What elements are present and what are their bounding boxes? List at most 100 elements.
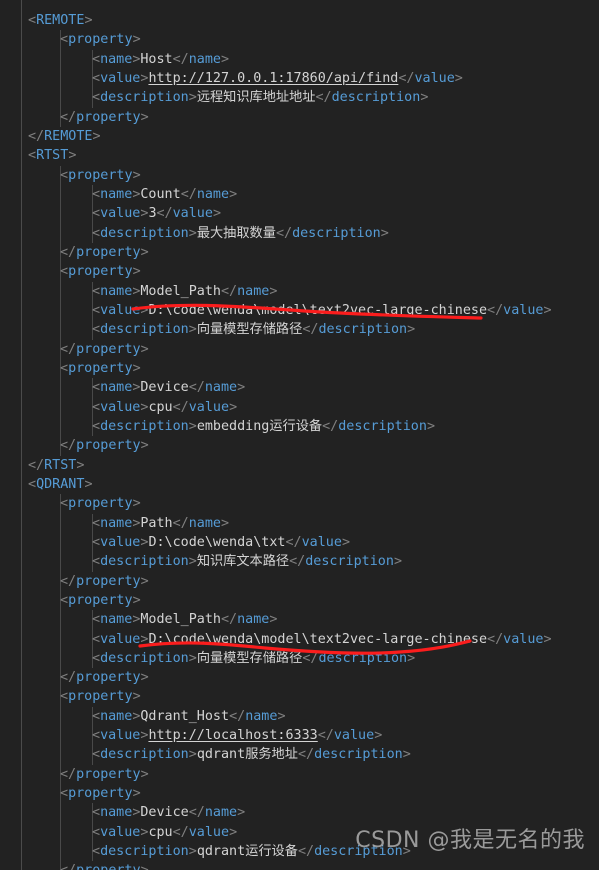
xml-tag-name: value [503, 302, 544, 318]
xml-punctuation: </ [156, 206, 173, 222]
xml-url-value[interactable]: http://127.0.0.1:17860/api/find [148, 71, 398, 86]
xml-punctuation: < [60, 689, 69, 705]
xml-url-value[interactable]: http://localhost:6333 [148, 728, 317, 743]
xml-punctuation: </ [60, 573, 77, 589]
code-line[interactable]: <property> [0, 165, 599, 185]
code-line[interactable]: <property> [0, 30, 599, 50]
xml-punctuation: > [132, 592, 141, 608]
xml-text-value: qdrant [196, 747, 246, 763]
code-line[interactable]: </property> [0, 242, 599, 263]
code-line[interactable]: <name>Count</name> [0, 184, 599, 205]
xml-text-value: qdrant [196, 844, 246, 860]
xml-punctuation: > [374, 728, 383, 744]
xml-tag-name: name [100, 708, 133, 724]
xml-tag-name: property [68, 786, 133, 802]
xml-tag-name: property [76, 244, 141, 260]
code-line[interactable]: </property> [0, 107, 599, 127]
code-line[interactable]: <QDRANT> [0, 475, 599, 494]
xml-punctuation: < [92, 554, 101, 570]
xml-punctuation: > [237, 380, 246, 396]
code-line[interactable]: <value>cpu</value> [0, 397, 599, 417]
code-line[interactable]: </property> [0, 436, 599, 456]
code-line[interactable]: <name>Model_Path</name> [0, 610, 599, 630]
code-line[interactable]: <REMOTE> [0, 11, 599, 30]
xml-punctuation: < [92, 186, 101, 202]
xml-punctuation: < [92, 283, 101, 299]
xml-punctuation: </ [221, 612, 238, 628]
code-line-text: </property> [0, 436, 149, 455]
code-line[interactable]: <name>Device</name> [0, 803, 599, 823]
xml-tag-name: value [188, 824, 230, 840]
code-line[interactable]: <property> [0, 358, 599, 379]
xml-punctuation: > [140, 341, 149, 357]
code-line[interactable]: <description>知识库文本路径</description> [0, 552, 599, 572]
code-line[interactable]: </RTST> [0, 456, 599, 475]
xml-punctuation: < [60, 32, 69, 48]
code-line[interactable]: <description>向量模型存储路径</description> [0, 320, 599, 340]
xml-punctuation: > [188, 844, 197, 860]
xml-punctuation: > [269, 283, 278, 299]
xml-punctuation: </ [60, 438, 77, 454]
code-line[interactable]: <name>Host</name> [0, 49, 599, 69]
xml-punctuation: </ [289, 554, 306, 570]
xml-punctuation: </ [28, 457, 45, 473]
xml-tag-name: name [100, 612, 133, 628]
code-line-text: <name>Device</name> [0, 378, 245, 397]
code-line[interactable]: <name>Model_Path</name> [0, 281, 599, 301]
xml-punctuation: > [141, 863, 149, 870]
code-line[interactable]: <name>Qdrant_Host</name> [0, 706, 599, 727]
xml-punctuation: </ [315, 90, 332, 106]
xml-punctuation: </ [172, 51, 189, 67]
code-line-text: <property> [0, 166, 141, 185]
code-line[interactable]: </property> [0, 668, 599, 688]
xml-punctuation: > [229, 186, 238, 202]
xml-text-value: Count [140, 186, 181, 202]
code-line[interactable]: <property> [0, 590, 599, 611]
xml-punctuation: </ [60, 863, 76, 870]
xml-punctuation: < [92, 824, 101, 840]
code-line[interactable]: </REMOTE> [0, 127, 599, 146]
code-line[interactable]: <description>qdrant服务地址</description> [0, 745, 599, 765]
xml-tag-name: name [100, 805, 133, 821]
code-line-text: <RTST> [0, 146, 76, 165]
code-line[interactable]: <name>Path</name> [0, 513, 599, 533]
code-line[interactable]: <property> [0, 784, 599, 804]
code-line[interactable]: <name>Device</name> [0, 378, 599, 398]
code-line[interactable]: <description>向量模型存储路径</description> [0, 648, 599, 669]
xml-tag-name: value [100, 399, 141, 415]
code-line[interactable]: <value>3</value> [0, 204, 599, 224]
code-line[interactable]: </property> [0, 861, 599, 870]
code-line[interactable]: <description>最大抽取数量</description> [0, 223, 599, 243]
xml-tag-name: property [68, 32, 133, 48]
code-line[interactable]: <RTST> [0, 146, 599, 165]
code-line[interactable]: </property> [0, 571, 599, 591]
code-line[interactable]: <property> [0, 262, 599, 282]
code-line[interactable]: <property> [0, 494, 599, 514]
xml-punctuation: > [140, 244, 149, 260]
code-line[interactable]: <description>远程知识库地址地址</description> [0, 88, 599, 108]
xml-tag-name: value [301, 534, 342, 550]
code-line[interactable]: <value>D:\code\wenda\model\text2vec-larg… [0, 300, 599, 321]
code-line[interactable]: </property> [0, 339, 599, 359]
xml-tag-name: description [100, 322, 189, 338]
code-line[interactable]: </property> [0, 764, 599, 785]
xml-tag-name: value [188, 399, 230, 415]
xml-tag-name: property [76, 863, 141, 870]
xml-punctuation: </ [180, 186, 197, 202]
code-line[interactable]: <value>http://127.0.0.1:17860/api/find</… [0, 68, 599, 89]
code-line[interactable]: <description>embedding运行设备</description> [0, 416, 599, 437]
code-line[interactable]: <value>D:\code\wenda\txt</value> [0, 532, 599, 553]
xml-code-block[interactable]: <REMOTE> <property> <name>Host</name> <valu… [0, 0, 599, 870]
xml-text-value: Path [140, 515, 173, 531]
xml-text-value: 向量模型存储路径 [196, 322, 303, 338]
xml-punctuation: > [140, 670, 149, 686]
xml-tag-name: description [292, 225, 381, 241]
xml-tag-name: name [188, 515, 221, 531]
code-line[interactable]: <property> [0, 687, 599, 707]
code-line-text: </RTST> [0, 456, 84, 475]
xml-tag-name: value [100, 824, 141, 840]
code-editor-pane[interactable]: <REMOTE> <property> <name>Host</name> <valu… [0, 0, 599, 870]
code-line-text: <property> [0, 784, 141, 803]
code-line[interactable]: <value>http://localhost:6333</value> [0, 726, 599, 746]
code-line[interactable]: <value>D:\code\wenda\model\text2vec-larg… [0, 629, 599, 649]
